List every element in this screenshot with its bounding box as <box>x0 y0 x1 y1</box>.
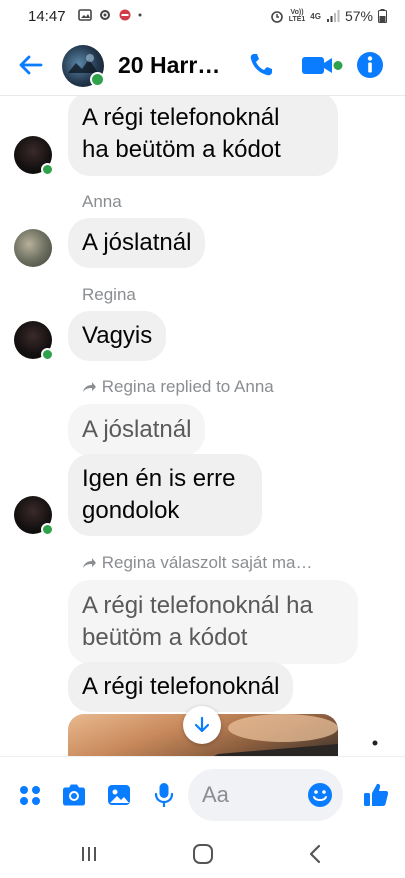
quoted-message[interactable]: A jóslatnál <box>68 404 206 456</box>
message-bubble[interactable]: A jóslatnál <box>68 218 206 268</box>
avatar[interactable] <box>14 496 54 536</box>
signal-icon <box>326 10 340 22</box>
message-text: A jóslatnál <box>82 229 192 256</box>
reply-arrow-icon <box>83 558 96 568</box>
app-notification-icon <box>119 9 131 21</box>
online-status-dot <box>41 348 54 361</box>
settings-notification-icon <box>100 10 110 20</box>
arrow-down-icon <box>194 716 210 733</box>
reply-indicator-text: Regina válaszolt saját ma… <box>101 553 313 572</box>
network-type: 4G <box>310 11 321 21</box>
battery-icon <box>378 9 387 23</box>
alarm-icon <box>270 11 283 23</box>
more-options-icon[interactable] <box>370 740 380 754</box>
system-navigation-bar <box>0 832 405 878</box>
avatar-image <box>14 229 52 267</box>
quoted-text-line: beütöm a kódot <box>82 624 248 651</box>
reply-indicator: Regina válaszolt saját ma… <box>82 553 312 573</box>
message-bubble[interactable]: A régi telefonoknál <box>68 662 294 712</box>
info-icon[interactable] <box>355 50 385 80</box>
reply-indicator-text: Regina replied to Anna <box>101 377 274 396</box>
reply-indicator: Regina replied to Anna <box>82 377 274 397</box>
online-status-dot <box>41 163 54 176</box>
status-time: 14:47 <box>28 8 66 25</box>
message-text: Vagyis <box>82 322 153 349</box>
message-list[interactable]: A régi telefonoknál ha beütöm a kódot An… <box>0 96 405 756</box>
message-bubble[interactable]: A régi telefonoknál ha beütöm a kódot <box>68 96 338 176</box>
chat-title[interactable]: 20 Harr… <box>118 52 220 79</box>
phone-icon[interactable] <box>246 50 276 80</box>
message-input-placeholder: Aa <box>202 782 229 807</box>
camera-icon[interactable] <box>60 781 88 809</box>
quoted-message[interactable]: A régi telefonoknál ha beütöm a kódot <box>68 580 358 664</box>
avatar[interactable] <box>14 229 52 267</box>
recent-apps-icon[interactable] <box>77 842 101 866</box>
message-composer: Aa <box>0 756 405 832</box>
status-bar: 14:47 Vo)) LTE1 4G 57% <box>0 0 405 34</box>
online-status-dot <box>90 72 105 87</box>
apps-icon[interactable] <box>16 781 44 809</box>
video-camera-icon[interactable] <box>300 50 344 80</box>
message-text-line: ha beütöm a kódot <box>82 136 281 163</box>
scroll-to-bottom-button[interactable] <box>183 706 221 744</box>
battery-percent: 57% <box>344 8 373 24</box>
sender-name: Anna <box>82 192 122 211</box>
volte-indicator: Vo)) LTE1 <box>288 9 306 23</box>
more-notifications-dot-icon <box>138 13 142 17</box>
microphone-icon[interactable] <box>150 781 178 809</box>
message-bubble[interactable]: Igen én is erre gondolok <box>68 454 262 536</box>
back-arrow-icon[interactable] <box>16 50 46 80</box>
message-text: A régi telefonoknál <box>82 673 280 700</box>
thumbs-up-icon[interactable] <box>362 781 390 809</box>
message-bubble[interactable]: Vagyis <box>68 311 167 361</box>
notification-icons <box>78 9 142 21</box>
emoji-icon[interactable] <box>307 782 333 808</box>
online-status-dot <box>41 523 54 536</box>
quoted-text: A jóslatnál <box>82 416 192 443</box>
home-icon[interactable] <box>191 842 215 866</box>
message-text-line: gondolok <box>82 497 180 524</box>
status-right: Vo)) LTE1 4G 57% <box>270 8 387 24</box>
quoted-text-line: A régi telefonoknál ha <box>82 592 313 619</box>
avatar[interactable] <box>14 136 54 176</box>
message-text-line: A régi telefonoknál <box>82 104 280 131</box>
reply-arrow-icon <box>83 382 96 392</box>
sender-name: Regina <box>82 285 136 304</box>
message-text-line: Igen én is erre <box>82 465 236 492</box>
message-input[interactable]: Aa <box>188 769 343 821</box>
gallery-icon[interactable] <box>105 781 133 809</box>
back-nav-icon[interactable] <box>304 842 328 866</box>
chat-header: 20 Harr… <box>0 34 405 96</box>
gallery-notification-icon <box>78 9 92 21</box>
avatar[interactable] <box>14 321 54 361</box>
